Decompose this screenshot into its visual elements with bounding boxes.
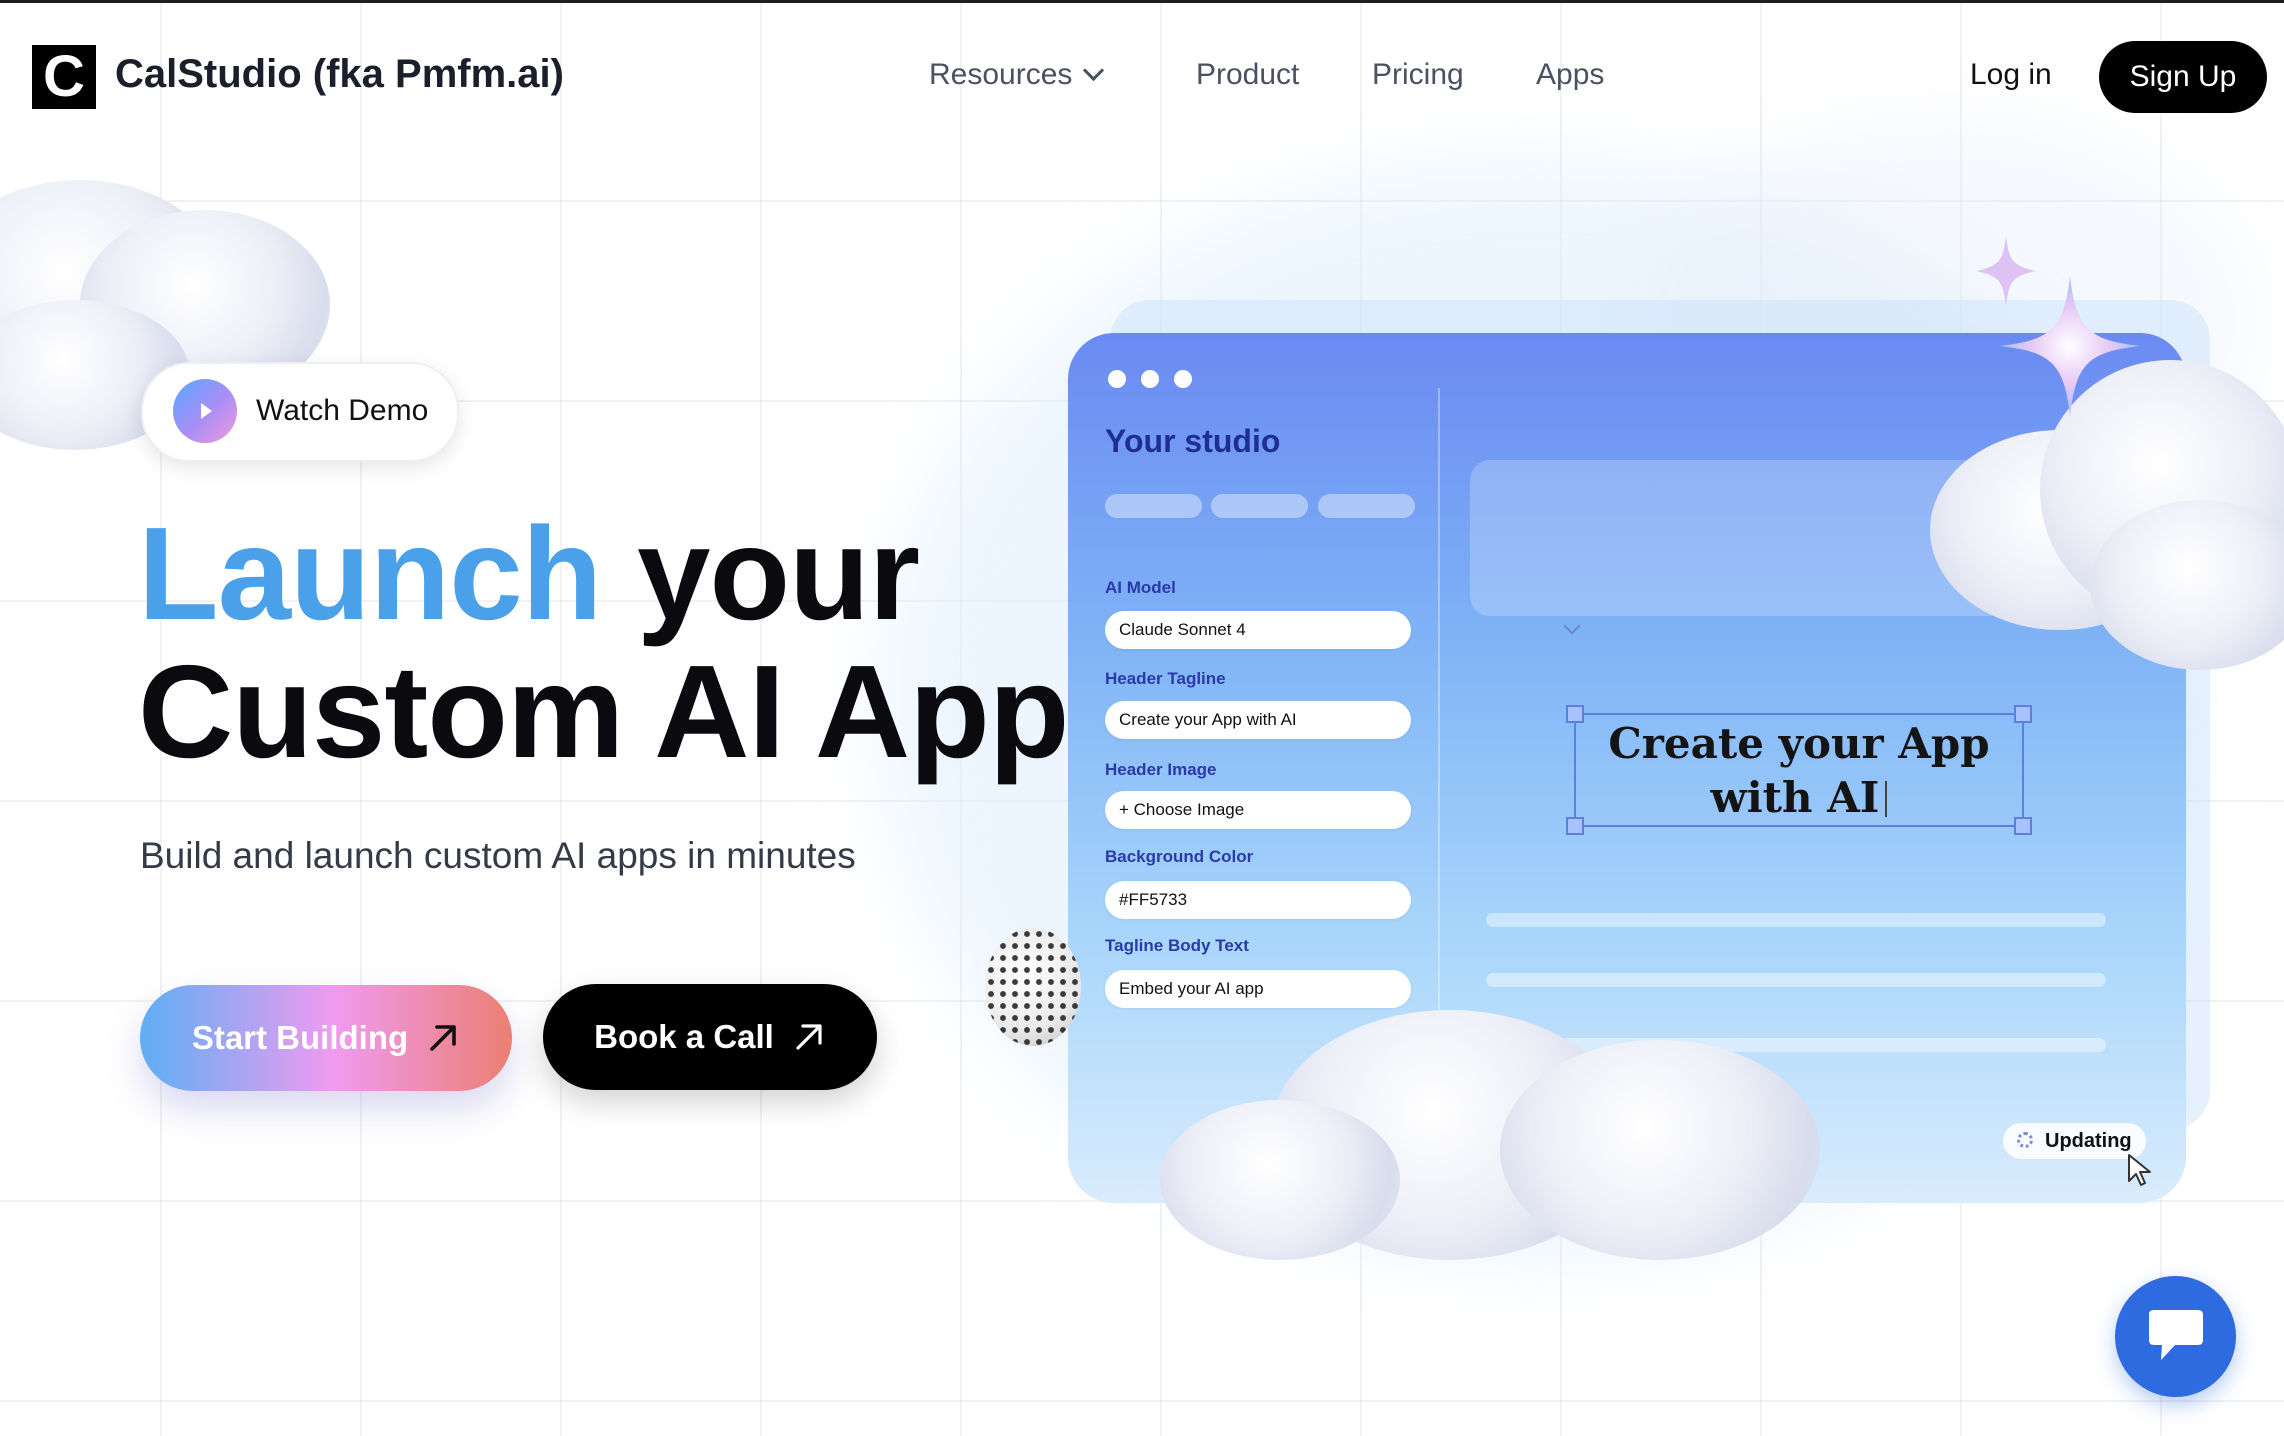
updating-label: Updating <box>2045 1130 2132 1152</box>
hero-subtitle: Build and launch custom AI apps in minut… <box>140 835 856 876</box>
login-link[interactable]: Log in <box>1970 58 2052 92</box>
field-label-header-image: Header Image <box>1105 760 1217 779</box>
play-icon <box>173 379 237 443</box>
placeholder-pill <box>1318 494 1415 518</box>
placeholder-line <box>1486 973 2106 987</box>
watch-demo-label: Watch Demo <box>256 394 429 427</box>
preview-tagline: Create your App with AI <box>1576 715 2022 825</box>
window-dot <box>1141 370 1159 388</box>
book-call-label: Book a Call <box>594 1018 774 1055</box>
logo[interactable]: C <box>32 45 96 109</box>
studio-title: Your studio <box>1105 423 1281 459</box>
text-caret <box>1885 781 1888 817</box>
header-tagline-field[interactable]: Create your App with AI <box>1105 701 1411 739</box>
dotted-sphere-decoration <box>985 928 1081 1046</box>
chevron-down-icon <box>1563 617 1581 635</box>
updating-status: Updating <box>2003 1123 2146 1159</box>
hero-title-line2: Custom AI App <box>138 638 1069 785</box>
arrow-up-right-icon <box>430 1025 456 1051</box>
field-label-header-tagline: Header Tagline <box>1105 669 1226 688</box>
sparkle-icon <box>2000 276 2140 416</box>
top-navigation: C CalStudio (fka Pmfm.ai) Resources Prod… <box>0 0 2284 156</box>
resize-handle[interactable] <box>2014 817 2032 835</box>
preview-selection-box[interactable]: Create your App with AI <box>1566 705 2032 835</box>
window-dot <box>1174 370 1192 388</box>
resize-handle[interactable] <box>1566 705 1584 723</box>
nav-product[interactable]: Product <box>1196 58 1299 92</box>
nav-resources-label: Resources <box>929 58 1073 91</box>
signup-label: Sign Up <box>2129 60 2237 93</box>
watch-demo-button[interactable]: Watch Demo <box>141 362 459 462</box>
preview-tagline-line2: with AI <box>1710 773 1880 822</box>
spinner-icon <box>2017 1132 2033 1148</box>
hero-title-highlight: Launch <box>138 500 602 647</box>
nav-pricing[interactable]: Pricing <box>1372 58 1464 92</box>
ai-model-field[interactable]: Claude Sonnet 4 <box>1105 611 1411 649</box>
field-label-background-color: Background Color <box>1105 847 1254 866</box>
background-color-field[interactable]: #FF5733 <box>1105 881 1411 919</box>
hero-title-line1-rest: your <box>637 500 920 647</box>
field-label-tagline-body: Tagline Body Text <box>1105 936 1249 955</box>
start-building-button[interactable]: Start Building <box>140 985 512 1091</box>
brand-name[interactable]: CalStudio (fka Pmfm.ai) <box>115 52 564 97</box>
header-image-field[interactable]: + Choose Image <box>1105 791 1411 829</box>
chat-widget-button[interactable] <box>2115 1276 2236 1397</box>
arrow-up-right-icon <box>796 1024 822 1050</box>
hero-title: Launch your Custom AI App <box>138 505 1069 781</box>
cloud-decoration <box>1160 1100 1400 1260</box>
placeholder-line <box>1486 913 2106 927</box>
cloud-decoration <box>1500 1040 1820 1260</box>
book-call-button[interactable]: Book a Call <box>543 984 877 1090</box>
logo-letter: C <box>43 44 85 109</box>
resize-handle[interactable] <box>1566 817 1584 835</box>
cursor-icon <box>2128 1154 2151 1186</box>
signup-button[interactable]: Sign Up <box>2099 41 2267 113</box>
chevron-down-icon <box>1083 59 1105 82</box>
start-building-label: Start Building <box>191 1019 409 1056</box>
nav-apps[interactable]: Apps <box>1536 58 1604 92</box>
window-dot <box>1108 370 1126 388</box>
field-label-ai-model: AI Model <box>1105 578 1176 597</box>
chat-icon <box>2149 1310 2203 1360</box>
placeholder-pill <box>1211 494 1308 518</box>
resize-handle[interactable] <box>2014 705 2032 723</box>
preview-tagline-line1: Create your App <box>1608 719 1990 768</box>
placeholder-pill <box>1105 494 1202 518</box>
tagline-body-field[interactable]: Embed your AI app <box>1105 970 1411 1008</box>
nav-resources[interactable]: Resources <box>929 58 1105 92</box>
